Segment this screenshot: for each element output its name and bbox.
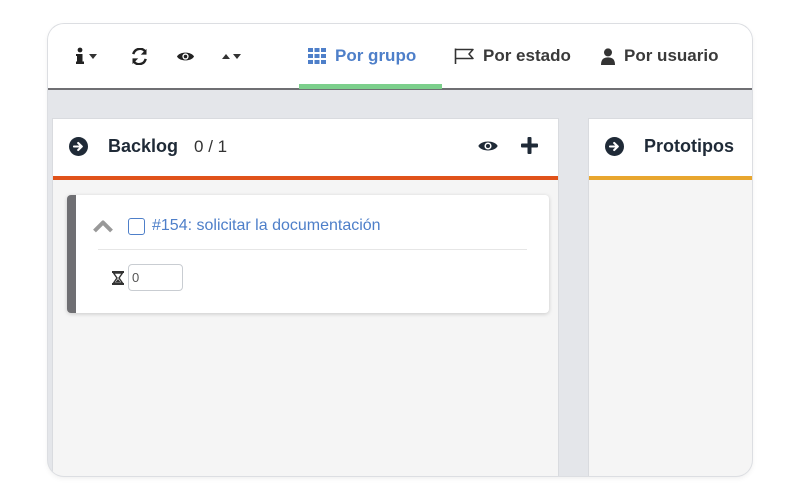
column-header: Backlog 0 / 1 [53, 119, 558, 180]
tab-label: Por estado [483, 46, 571, 65]
eye-icon[interactable] [477, 139, 499, 153]
column-title-group: Prototipos [605, 136, 734, 157]
column-count: 0 / 1 [194, 136, 228, 156]
column-prototipos: Prototipos [588, 118, 752, 476]
sort-up-icon [222, 53, 230, 59]
tab-por-usuario[interactable]: Por usuario [601, 24, 718, 88]
card-divider [98, 249, 527, 250]
column-accent-bar [53, 176, 558, 180]
column-title-group: Backlog 0 / 1 [69, 136, 227, 157]
sort-button[interactable] [222, 24, 241, 88]
view-button[interactable] [176, 24, 195, 88]
arrow-circle-right-icon[interactable] [69, 137, 88, 156]
card-checkbox[interactable] [128, 217, 145, 235]
info-icon [76, 47, 84, 65]
chevron-down-icon [89, 53, 97, 59]
column-header: Prototipos [589, 119, 752, 180]
info-menu-button[interactable] [76, 24, 97, 88]
tab-por-grupo[interactable]: Por grupo [308, 24, 416, 88]
hourglass-icon [112, 270, 124, 285]
estimate-input[interactable] [128, 264, 183, 291]
sort-down-icon [233, 53, 241, 59]
column-backlog: Backlog 0 / 1 #154: solicitar la documen… [52, 118, 559, 476]
column-title: Backlog [108, 136, 179, 156]
toolbar: Por grupo Por estado Por usuario [48, 24, 752, 90]
tab-label: Por grupo [335, 46, 417, 65]
card-estimate-row [112, 264, 183, 291]
column-actions [477, 137, 538, 154]
eye-icon [176, 50, 195, 63]
kanban-window: Por grupo Por estado Por usuario Backlog… [48, 24, 752, 476]
column-accent-bar [589, 176, 752, 180]
flag-icon [454, 48, 474, 64]
refresh-icon [131, 47, 148, 65]
active-tab-indicator [299, 84, 442, 89]
grid-icon [308, 48, 326, 64]
tab-por-estado[interactable]: Por estado [454, 24, 571, 88]
tab-label: Por usuario [624, 46, 719, 65]
plus-icon[interactable] [521, 137, 538, 154]
refresh-button[interactable] [131, 24, 148, 88]
user-icon [601, 47, 615, 65]
card-title-row: #154: solicitar la documentación [92, 217, 381, 235]
column-title: Prototipos [644, 136, 734, 156]
arrow-circle-right-icon[interactable] [605, 137, 624, 156]
task-card[interactable]: #154: solicitar la documentación [67, 195, 549, 313]
chevron-up-icon[interactable] [92, 219, 114, 233]
card-title-link[interactable]: #154: solicitar la documentación [152, 217, 381, 235]
